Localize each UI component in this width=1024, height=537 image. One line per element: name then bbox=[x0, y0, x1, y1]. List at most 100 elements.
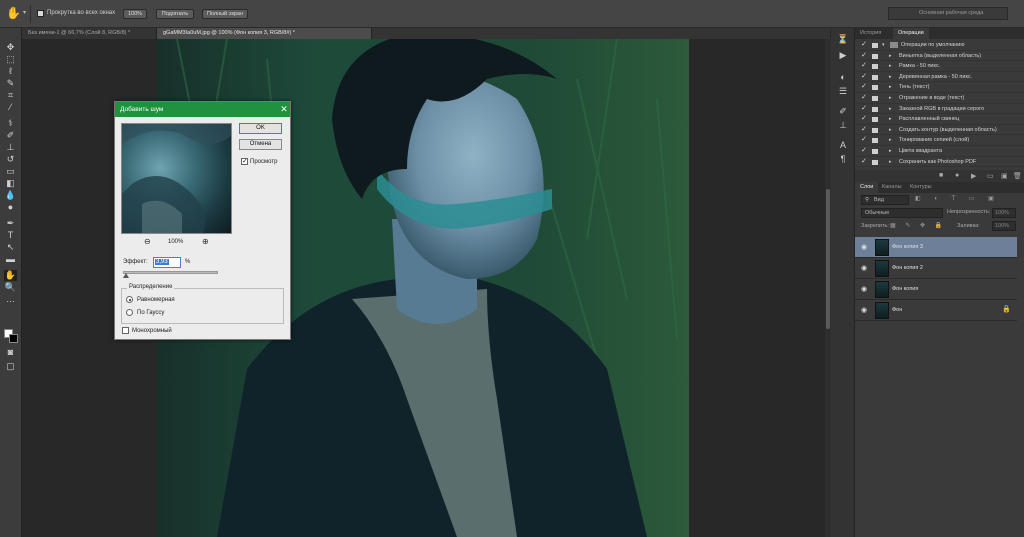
expand-icon[interactable]: ▸ bbox=[889, 72, 892, 83]
trash-icon[interactable]: 🗑 bbox=[1013, 172, 1022, 180]
check-icon[interactable]: ✓ bbox=[861, 146, 867, 157]
clone-stamp-tool-icon[interactable]: ⊥ bbox=[4, 142, 17, 153]
tab-paths[interactable]: Контуры bbox=[905, 182, 937, 193]
type-tool-icon[interactable]: T bbox=[4, 230, 17, 241]
layer-row[interactable]: ◉ Фон копия 3 bbox=[855, 237, 1017, 258]
stop-icon[interactable]: ■ bbox=[939, 172, 943, 179]
expand-icon[interactable]: ▸ bbox=[889, 93, 892, 104]
action-set-row[interactable]: ✓ ▾ Операции по умолчанию bbox=[855, 40, 1024, 51]
actions-panel-icon[interactable]: ▶ bbox=[837, 50, 849, 61]
blur-tool-icon[interactable]: 💧 bbox=[4, 190, 17, 201]
record-icon[interactable]: ● bbox=[955, 172, 959, 179]
quick-selection-tool-icon[interactable]: ✎ bbox=[4, 78, 17, 89]
paragraph-panel-icon[interactable]: ¶ bbox=[837, 154, 849, 165]
layer-row[interactable]: ◉ Фон копия 2 bbox=[855, 258, 1017, 279]
ok-button[interactable]: OK bbox=[239, 123, 282, 134]
fullscreen-button[interactable]: Полный экран bbox=[202, 9, 248, 19]
eye-icon[interactable]: ◉ bbox=[861, 243, 867, 251]
more-tools-icon[interactable]: … bbox=[4, 294, 17, 305]
healing-brush-tool-icon[interactable]: ⚕ bbox=[4, 118, 17, 129]
dialog-toggle-icon[interactable] bbox=[872, 117, 878, 123]
lasso-tool-icon[interactable]: ℓ bbox=[4, 66, 17, 77]
play-icon[interactable]: ▶ bbox=[971, 172, 976, 180]
rectangle-tool-icon[interactable]: ▬ bbox=[4, 254, 17, 265]
check-icon[interactable]: ✓ bbox=[861, 61, 867, 72]
tab-layers[interactable]: Слои bbox=[855, 182, 879, 193]
check-icon[interactable]: ✓ bbox=[861, 114, 867, 125]
quick-mask-icon[interactable]: ◙ bbox=[4, 347, 17, 358]
brush-panel-icon[interactable]: ✐ bbox=[837, 106, 849, 117]
expand-icon[interactable]: ▸ bbox=[889, 146, 892, 157]
adjustments-panel-icon[interactable]: ◐ bbox=[837, 72, 849, 83]
layer-row[interactable]: ◉ Фон 🔒 bbox=[855, 300, 1017, 321]
action-row[interactable]: ✓ ▸ Виньетка (выделенная область) bbox=[855, 51, 1024, 62]
expand-icon[interactable]: ▸ bbox=[889, 82, 892, 93]
check-icon[interactable]: ✓ bbox=[861, 157, 867, 168]
check-icon[interactable]: ✓ bbox=[861, 72, 867, 83]
action-row[interactable]: ✓ ▸ Отражение в воде (текст) bbox=[855, 93, 1024, 104]
properties-panel-icon[interactable]: ☰ bbox=[837, 86, 849, 97]
close-icon[interactable]: ✕ bbox=[278, 102, 290, 117]
layer-filter-icons[interactable]: ◧ ◐ T ▭ ▣ bbox=[915, 195, 1015, 205]
new-set-icon[interactable]: ▭ bbox=[987, 172, 994, 180]
zoom-tool-icon[interactable]: 🔍 bbox=[4, 282, 17, 293]
check-icon[interactable]: ✓ bbox=[861, 135, 867, 146]
opacity-input[interactable]: 100% bbox=[992, 208, 1016, 218]
move-tool-icon[interactable]: ✥ bbox=[4, 42, 17, 53]
tab-history[interactable]: История bbox=[855, 28, 886, 39]
cancel-button[interactable]: Отмена bbox=[239, 139, 282, 150]
dialog-toggle-icon[interactable] bbox=[872, 127, 878, 133]
dialog-toggle-icon[interactable] bbox=[872, 138, 878, 144]
tab-actions[interactable]: Операции bbox=[893, 28, 929, 39]
gaussian-radio[interactable] bbox=[126, 309, 133, 316]
action-row[interactable]: ✓ ▸ Тонирование сепией (слой) bbox=[855, 135, 1024, 146]
history-brush-tool-icon[interactable]: ↺ bbox=[4, 154, 17, 165]
lock-icons[interactable]: ▦ ✎ ✥ 🔒 bbox=[890, 222, 946, 229]
expand-icon[interactable]: ▸ bbox=[889, 104, 892, 115]
blend-mode-select[interactable]: Обычные bbox=[861, 208, 943, 218]
hand-tool-icon[interactable]: ✋ bbox=[4, 270, 17, 281]
check-icon[interactable]: ✓ bbox=[861, 40, 867, 51]
gradient-tool-icon[interactable]: ◧ bbox=[4, 178, 17, 189]
dialog-toggle-icon[interactable] bbox=[872, 85, 878, 91]
action-row[interactable]: ✓ ▸ Цвета квадранта bbox=[855, 146, 1024, 157]
zoom-100-button[interactable]: 100% bbox=[123, 9, 147, 19]
action-row[interactable]: ✓ ▸ Деревянная рамка - 50 пикс. bbox=[855, 72, 1024, 83]
eyedropper-tool-icon[interactable]: ⁄ bbox=[4, 102, 17, 113]
layer-row[interactable]: ◉ Фон копия bbox=[855, 279, 1017, 300]
expand-icon[interactable]: ▸ bbox=[889, 157, 892, 168]
path-selection-tool-icon[interactable]: ↖ bbox=[4, 242, 17, 253]
fill-input[interactable]: 100% bbox=[992, 221, 1016, 231]
expand-icon[interactable]: ▸ bbox=[889, 125, 892, 136]
tab-document-1[interactable]: Без имени-1 @ 66,7% (Слой 8, RGB/8) * bbox=[22, 28, 157, 39]
screen-mode-icon[interactable]: ▢ bbox=[4, 361, 17, 372]
expand-icon[interactable]: ▸ bbox=[889, 51, 892, 62]
dialog-toggle-icon[interactable] bbox=[872, 149, 878, 154]
expand-icon[interactable]: ▸ bbox=[889, 135, 892, 146]
workspace-switcher[interactable]: Основная рабочая среда bbox=[888, 7, 1008, 20]
brush-tool-icon[interactable]: ✐ bbox=[4, 130, 17, 141]
scrollbar-thumb[interactable] bbox=[826, 189, 830, 329]
preview-checkbox[interactable]: ✓ bbox=[241, 158, 248, 165]
expand-icon[interactable]: ▸ bbox=[889, 114, 892, 125]
tab-channels[interactable]: Каналы bbox=[877, 182, 907, 193]
dialog-toggle-icon[interactable] bbox=[872, 43, 878, 48]
action-row[interactable]: ✓ ▸ Рамка - 50 пикс. bbox=[855, 61, 1024, 72]
action-row[interactable]: ✓ ▸ Расплавленный свинец bbox=[855, 114, 1024, 125]
fit-screen-button[interactable]: Подогнать bbox=[156, 9, 194, 19]
eye-icon[interactable]: ◉ bbox=[861, 306, 867, 314]
check-icon[interactable]: ✓ bbox=[861, 93, 867, 104]
crop-tool-icon[interactable]: ⌗ bbox=[4, 90, 17, 101]
filter-preview[interactable] bbox=[121, 123, 232, 234]
dialog-toggle-icon[interactable] bbox=[872, 159, 878, 165]
character-panel-icon[interactable]: A bbox=[837, 140, 849, 151]
new-action-icon[interactable]: ▣ bbox=[1001, 172, 1008, 180]
expand-icon[interactable]: ▸ bbox=[889, 61, 892, 72]
dialog-toggle-icon[interactable] bbox=[872, 64, 878, 70]
zoom-in-icon[interactable]: ⊕ bbox=[202, 237, 209, 246]
action-row[interactable]: ✓ ▸ Заказной RGB в градации серого bbox=[855, 104, 1024, 115]
background-color-swatch[interactable] bbox=[9, 334, 18, 343]
tab-document-2[interactable]: gGaMM3Ia0uM.jpg @ 100% (Фон копия 3, RGB… bbox=[157, 28, 372, 39]
monochrome-checkbox[interactable] bbox=[122, 327, 129, 334]
scroll-all-windows-checkbox[interactable] bbox=[37, 10, 44, 17]
